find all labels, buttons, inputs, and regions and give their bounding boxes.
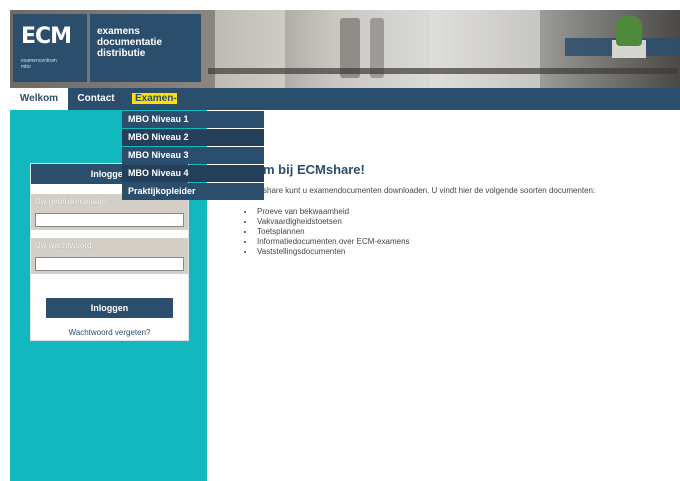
- password-label: Uw wachtwoord:: [35, 241, 94, 250]
- nav-item-examen-informatie[interactable]: Examen-informatie: [124, 88, 236, 126]
- nav-item-contact[interactable]: Contact: [68, 88, 124, 110]
- logo-text: ECM: [21, 24, 72, 49]
- examen-informatie-dropdown: MBO Niveau 1 MBO Niveau 2 MBO Niveau 3 M…: [122, 111, 264, 201]
- page: ECM examencentrum mbo examens documentat…: [10, 10, 680, 481]
- tagline-line: examens: [97, 26, 140, 37]
- password-field[interactable]: [35, 256, 184, 271]
- main-nav: Welkom Contact Examen-informatie: [10, 88, 680, 126]
- dropdown-item-mbo-niveau-3[interactable]: MBO Niveau 3: [122, 147, 264, 164]
- tagline-line: distributie: [97, 48, 146, 59]
- list-item: Vakvaardigheidstoetsen: [255, 217, 410, 227]
- list-item: Proeve van bekwaamheid: [255, 207, 410, 217]
- dropdown-item-praktijkopleider[interactable]: Praktijkopleider: [122, 183, 264, 200]
- nav-item-welkom[interactable]: Welkom: [10, 88, 68, 110]
- dropdown-item-mbo-niveau-1[interactable]: MBO Niveau 1: [122, 111, 264, 128]
- logo-subtitle: examencentrum mbo: [21, 58, 57, 70]
- main-content: m bij ECMshare! share kunt u examendocum…: [217, 110, 680, 481]
- logo[interactable]: ECM examencentrum mbo: [13, 14, 87, 82]
- list-item: Vaststellingsdocumenten: [255, 247, 410, 257]
- dropdown-item-mbo-niveau-2[interactable]: MBO Niveau 2: [122, 129, 264, 146]
- page-title: m bij ECMshare!: [263, 162, 365, 177]
- dropdown-item-mbo-niveau-4[interactable]: MBO Niveau 4: [122, 165, 264, 182]
- tagline-line: documentatie: [97, 37, 163, 48]
- forgot-password-link[interactable]: Wachtwoord vergeten?: [31, 328, 188, 337]
- header-banner: ECM examencentrum mbo examens documentat…: [10, 10, 680, 88]
- password-group: Uw wachtwoord:: [31, 238, 188, 274]
- document-types-list: Proeve van bekwaamheid Vakvaardigheidsto…: [245, 207, 410, 257]
- tagline: examens documentatie distributie: [90, 14, 201, 82]
- list-item: Informatiedocumenten over ECM-examens: [255, 237, 410, 247]
- intro-text: share kunt u examendocumenten downloaden…: [263, 186, 596, 195]
- username-field[interactable]: [35, 212, 184, 227]
- list-item: Toetsplannen: [255, 227, 410, 237]
- login-button[interactable]: Inloggen: [46, 298, 173, 318]
